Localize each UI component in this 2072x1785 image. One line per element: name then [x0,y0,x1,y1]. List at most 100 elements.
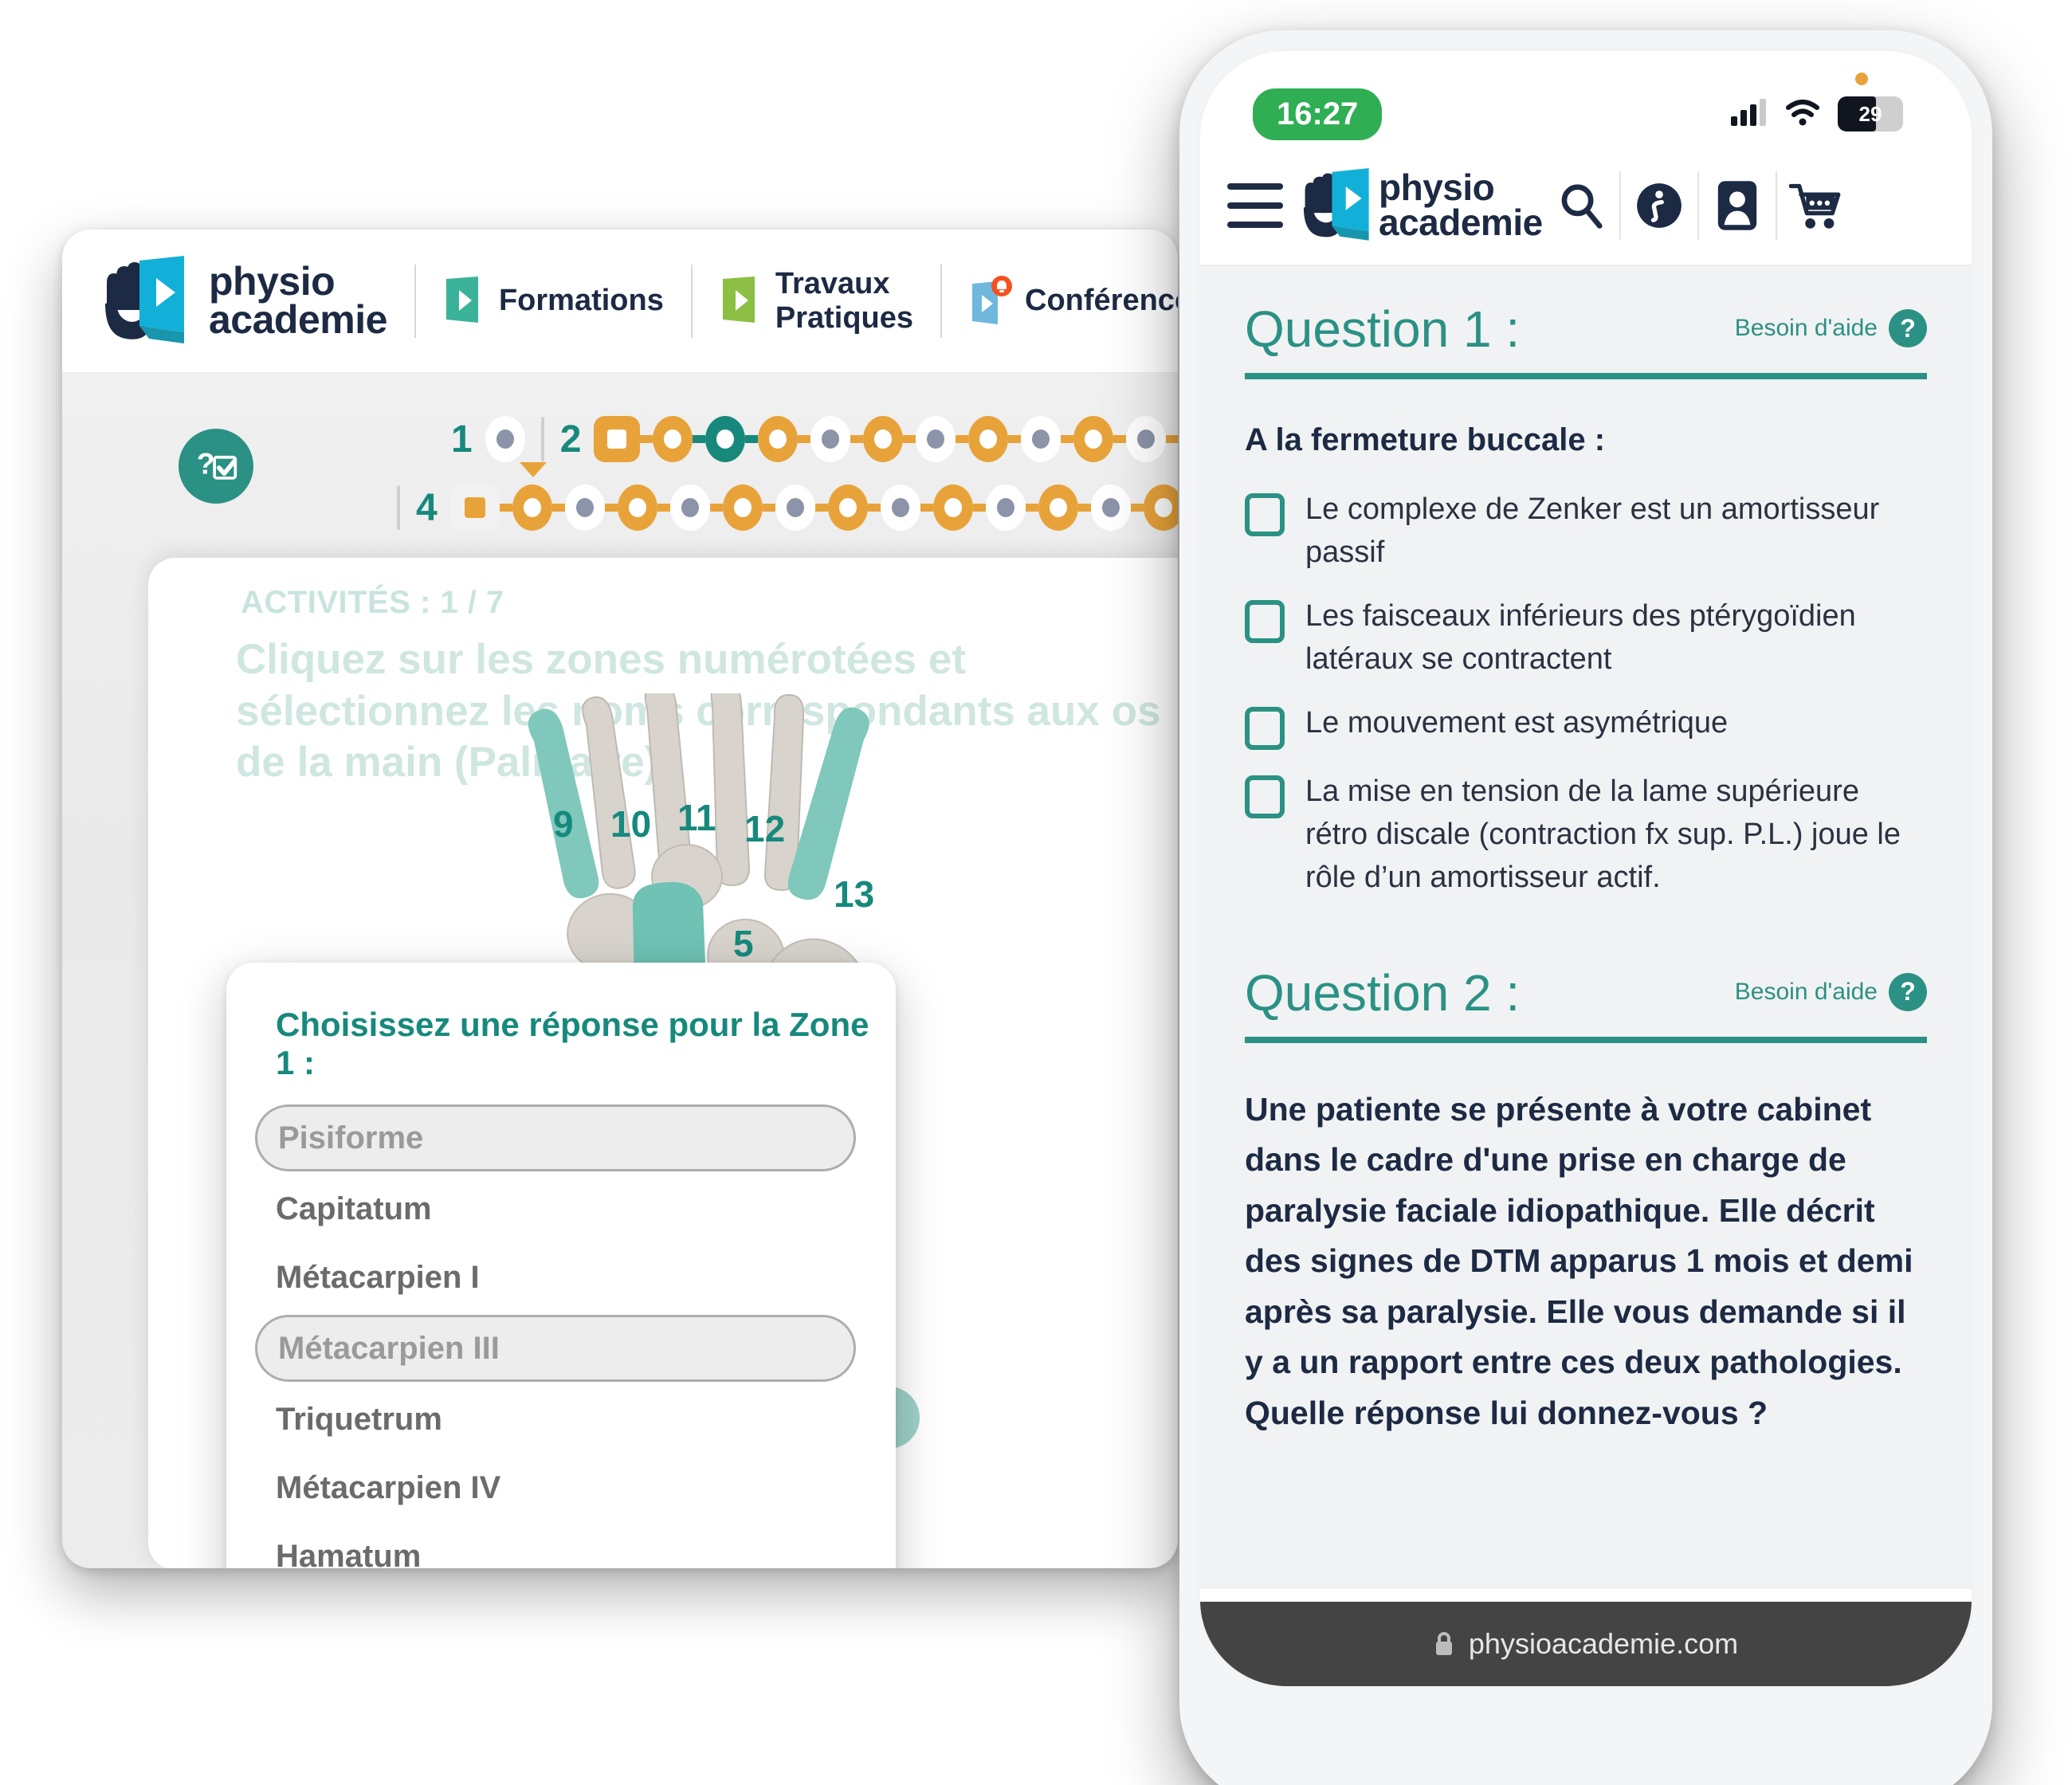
progress-link [551,504,565,512]
progress-node[interactable] [1126,416,1167,462]
bone-label-13: 13 [834,873,874,915]
progress-node[interactable] [968,416,1009,462]
shopping-cart-icon[interactable] [1777,181,1854,230]
progress-link [867,504,881,512]
answer-option[interactable]: Les faisceaux inférieurs des ptérygoïdie… [1245,595,1927,681]
progress-node-current[interactable] [705,416,746,462]
question-2-body: Une patiente se présente à votre cabinet… [1245,1090,1913,1431]
answer-option[interactable]: Le mouvement est asymétrique [1245,702,1927,750]
battery-percent: 29 [1858,101,1882,126]
brand-line-2: academie [209,296,387,342]
progress-node[interactable] [775,484,815,531]
dropdown-option[interactable]: Métacarpien I [226,1243,896,1312]
progress-node[interactable] [722,484,763,531]
account-icon[interactable] [1699,179,1776,232]
progress-link [798,435,811,443]
progress-node[interactable] [916,416,956,462]
phone-app-header: physio academie [1200,147,1972,266]
answer-label: Les faisceaux inférieurs des ptérygoïdie… [1305,598,1856,676]
hamburger-menu-icon[interactable] [1227,183,1283,228]
nav-divider [940,264,943,338]
progress-node[interactable] [758,416,799,462]
question-1-answers: Le complexe de Zenker est un amortisseur… [1245,488,1927,900]
phone-screen: 16:27 29 physio academie Question 1: Be… [1197,48,1975,1689]
progress-node[interactable] [564,484,605,531]
desktop-window: physio academie Formations Travaux Prati… [62,230,1178,1568]
dropdown-option[interactable]: Hamatum [226,1522,896,1569]
battery-icon: 29 [1838,96,1903,131]
progress-link [745,435,759,443]
progress-node[interactable] [617,484,657,531]
answer-label: La mise en tension de la lame supérieure… [1305,774,1901,894]
progress-node[interactable] [1038,484,1078,531]
progress-group-divider [397,485,400,530]
search-icon[interactable] [1543,181,1619,230]
checkbox-icon[interactable] [1245,775,1285,818]
progress-node[interactable] [1021,416,1062,462]
nav-item-travaux-pratiques[interactable]: Travaux Pratiques [720,267,913,335]
nav-divider [414,264,416,338]
question-mark-icon: ? [1889,309,1927,347]
progress-link [693,435,706,443]
progress-node[interactable] [827,484,868,531]
progress-node[interactable] [863,416,904,462]
checkbox-icon[interactable] [1245,493,1285,536]
progress-node[interactable] [1143,484,1178,531]
progress-node[interactable] [1073,416,1114,462]
browser-url-bar[interactable]: physioacademie.com [1200,1602,1972,1686]
bone-label-10: 10 [610,803,651,845]
progress-node[interactable] [485,416,525,462]
progress-group-divider [540,417,544,461]
question-1-help[interactable]: Besoin d'aide ? [1735,309,1927,359]
progress-row-bottom: 4 [381,483,1178,532]
progress-link [920,504,933,512]
nav-label-conferences: Conférences [1025,284,1178,318]
dropdown-option[interactable]: Triquetrum [226,1385,896,1454]
progress-node[interactable] [669,484,710,531]
activity-counter: ACTIVITÉS : 1 / 7 [241,585,504,620]
dropdown-option[interactable]: Pisiforme [255,1104,856,1171]
help-quiz-icon[interactable]: ? [179,429,253,504]
progress-node[interactable] [932,484,973,531]
nav-label-line-2: Pratiques [775,300,914,335]
answer-label: Le mouvement est asymétrique [1305,705,1729,740]
phone-content: Question 1 : Besoin d'aide ? A la fermet… [1200,266,1972,1589]
answer-option[interactable]: La mise en tension de la lame supérieure… [1245,771,1927,900]
play-badge-bell-icon [969,275,1013,327]
lock-icon [1434,1631,1454,1657]
brand-line-1: physio [1379,167,1495,209]
nav-item-formations[interactable]: Formations [443,276,664,327]
nav-item-conferences[interactable]: Conférences [969,275,1178,327]
progress-row-4-label: 4 [416,486,438,529]
checkbox-icon[interactable] [1245,706,1285,750]
progress-node[interactable] [985,484,1026,531]
question-mark-icon: ? [1889,972,1927,1011]
physio-academie-logo-icon[interactable] [1296,167,1379,245]
question-2-help[interactable]: Besoin d'aide ? [1735,972,1927,1022]
dropdown-option[interactable]: Métacarpien III [255,1315,856,1382]
progress-node[interactable] [653,416,693,462]
bone-label-5: 5 [733,923,754,964]
dropdown-option[interactable]: Capitatum [226,1175,896,1243]
progress-node[interactable] [1090,484,1131,531]
status-clock: 16:27 [1253,88,1383,140]
progress-link [604,504,618,512]
answer-option[interactable]: Le complexe de Zenker est un amortisseur… [1245,488,1927,575]
question-1-prompt: A la fermeture buccale : [1245,422,1606,457]
brand-logo[interactable]: physio academie [96,254,387,348]
nav-label-formations: Formations [498,284,664,318]
progress-link [762,504,775,512]
progress-node[interactable] [810,416,851,462]
answer-label: Le complexe de Zenker est un amortisseur… [1305,492,1880,569]
progress-node[interactable] [880,484,920,531]
progress-current-caret [520,462,547,477]
play-badge-icon [443,276,483,327]
progress-node-start[interactable] [594,416,641,462]
progress-node-active[interactable] [512,484,552,531]
checkbox-icon[interactable] [1245,599,1285,643]
progress-node-start[interactable] [449,484,500,531]
progress-link [709,504,723,512]
info-icon[interactable] [1621,182,1697,230]
phone-mockup: 16:27 29 physio academie Question 1: Be… [1179,30,1992,1785]
dropdown-option[interactable]: Métacarpien IV [226,1454,896,1522]
